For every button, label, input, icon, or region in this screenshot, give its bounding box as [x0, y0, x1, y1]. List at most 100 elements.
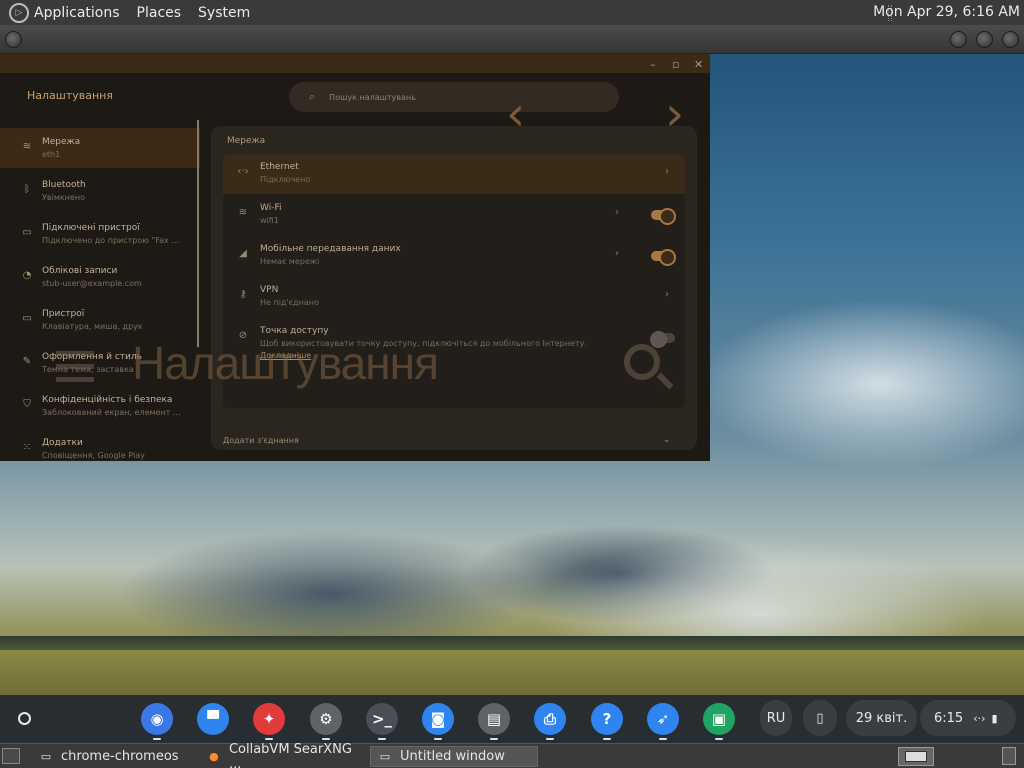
hotspot-toggle[interactable]: [650, 331, 675, 348]
settings-maximize-icon[interactable]: ▫: [672, 58, 679, 71]
settings-minimize-icon[interactable]: –: [650, 58, 656, 71]
row-title: VPN: [260, 285, 279, 295]
wallpaper-field: [0, 650, 1024, 695]
status-tray[interactable]: 6:15 ‹·› ▮: [920, 700, 1016, 736]
trash-icon[interactable]: [1002, 747, 1016, 765]
date-tray[interactable]: 29 квіт.: [846, 700, 917, 736]
shelf-app-chrome[interactable]: ◉: [141, 703, 173, 740]
launcher-circle-icon: [17, 711, 31, 725]
sidebar-item-sublabel: Клавіатура, миша, друк: [42, 322, 143, 331]
row-title: Wi-Fi: [260, 203, 282, 213]
shelf-app-settings[interactable]: ⚙: [310, 703, 342, 740]
workspace-switcher[interactable]: [898, 747, 934, 766]
ethernet-icon: ‹·›: [973, 711, 986, 725]
sidebar-item-label: Облікові записи: [42, 266, 118, 276]
running-indicator: [378, 738, 386, 740]
sidebar-item-apps[interactable]: ⁙ Додатки Сповіщення, Google Play: [0, 429, 200, 469]
phone-hub-icon[interactable]: ▯: [803, 700, 837, 736]
settings-close-icon[interactable]: ✕: [694, 58, 703, 71]
add-connection-button[interactable]: Додати з'єднання: [223, 436, 299, 445]
window-titlebar[interactable]: [0, 25, 1024, 54]
menu-icon: [56, 351, 94, 385]
shelf-app-launcher-rocket[interactable]: ➶: [647, 703, 679, 740]
sidebar-item-network[interactable]: ≋ Мережа eth1: [0, 128, 200, 168]
sidebar-item-sublabel: eth1: [42, 150, 61, 159]
places-menu[interactable]: Places: [137, 5, 182, 21]
id-card-icon: ▣: [711, 710, 727, 728]
launcher-button[interactable]: [7, 701, 41, 735]
task-label: CollabVM SearXNG ...: [228, 741, 352, 768]
ime-indicator[interactable]: RU: [760, 700, 792, 736]
chevron-down-icon[interactable]: ⌄: [663, 435, 671, 445]
chevron-right-icon: ›: [665, 166, 669, 177]
sidebar-scrollbar[interactable]: [197, 120, 199, 347]
print-icon: ⎙: [543, 710, 556, 728]
sidebar-item-connected-devices[interactable]: ▭ Підключені пристрої Підключено до прис…: [0, 214, 200, 254]
task-collabvm-searxng[interactable]: ● CollabVM SearXNG ...: [200, 742, 368, 768]
search-placeholder: Пошук налаштувань: [329, 92, 416, 102]
mobile-data-toggle[interactable]: [651, 249, 676, 266]
shelf-app-help[interactable]: ?: [591, 703, 623, 740]
close-button[interactable]: [1002, 31, 1019, 48]
top-panel: ▷ Applications Places System Mon Apr 29,…: [0, 0, 1024, 25]
shelf-app-print[interactable]: ⎙: [534, 703, 566, 740]
task-label: Untitled window: [400, 749, 505, 764]
task-untitled-window[interactable]: ▭ Untitled window: [370, 746, 538, 767]
running-indicator: [490, 738, 498, 740]
firefox-icon: ●: [209, 750, 219, 763]
vpn-key-icon: ⚷: [239, 289, 247, 300]
shelf-app-terminal[interactable]: >_: [366, 703, 398, 740]
battery-icon: ▮: [991, 711, 998, 725]
maximize-button[interactable]: [976, 31, 993, 48]
network-row-vpn[interactable]: ⚷ VPN Не під'єднано ›: [223, 277, 685, 317]
gallery-icon: ✦: [262, 710, 276, 728]
wifi-toggle[interactable]: [651, 208, 676, 225]
network-row-wifi[interactable]: ≋ Wi-Fi wifi1 ›: [223, 195, 685, 235]
sidebar-item-devices[interactable]: ▭ Пристрої Клавіатура, миша, друк: [0, 300, 200, 340]
wifi-icon: ≋: [22, 141, 32, 152]
window-icon: ▭: [379, 750, 391, 763]
applications-menu[interactable]: Applications: [34, 5, 120, 21]
terminal-icon: >_: [371, 710, 393, 728]
sidebar-item-bluetooth[interactable]: ᛒ Bluetooth Увімкнено: [0, 171, 200, 211]
laptop-icon: ▭: [22, 313, 32, 324]
network-panel: Мережа ‹·› Ethernet Підключено › ≋ Wi-Fi…: [211, 126, 697, 450]
sidebar-item-sublabel: Заблокований екран, елемент ...: [42, 408, 181, 417]
sidebar-item-sublabel: Підключено до пристрою "Fax ...: [42, 236, 179, 245]
running-indicator: [434, 738, 442, 740]
shelf-app-camera[interactable]: ◙: [422, 703, 454, 740]
sidebar-item-label: Підключені пристрої: [42, 223, 140, 233]
settings-icon: ⚙: [319, 710, 333, 728]
sidebar-item-label: Пристрої: [42, 309, 85, 319]
overlay-settings-title: Налаштування: [132, 337, 439, 389]
sidebar-item-label: Мережа: [42, 137, 81, 147]
minimize-button[interactable]: [950, 31, 967, 48]
connected-devices-icon: ▭: [22, 227, 32, 238]
chevron-right-icon: ›: [615, 207, 619, 218]
system-menu[interactable]: System: [198, 5, 250, 21]
distro-logo-icon[interactable]: ▷: [9, 2, 29, 23]
running-indicator: [715, 738, 723, 740]
window-menu-button[interactable]: [5, 31, 22, 48]
running-indicator: [265, 738, 273, 740]
shelf-app-id-card[interactable]: ▣: [703, 703, 735, 740]
row-subtitle: Підключено: [260, 175, 311, 184]
shelf-app-gallery[interactable]: ✦: [253, 703, 285, 740]
settings-title: Налаштування: [27, 89, 113, 102]
row-title: Мобільне передавання даних: [260, 244, 401, 254]
panel-clock[interactable]: Mon Apr 29, 6:16 AM: [873, 4, 1020, 20]
sidebar-item-privacy[interactable]: ⛉ Конфіденційність і безпека Заблоковани…: [0, 386, 200, 426]
network-row-ethernet[interactable]: ‹·› Ethernet Підключено ›: [223, 154, 685, 194]
row-subtitle: wifi1: [260, 216, 279, 225]
row-subtitle: Не під'єднано: [260, 298, 319, 307]
sidebar-item-accounts[interactable]: ◔ Облікові записи stub-user@example.com: [0, 257, 200, 297]
shelf-app-files[interactable]: ▀: [197, 703, 229, 735]
row-title: Ethernet: [260, 162, 299, 172]
task-chrome-chromeos[interactable]: ▭ chrome-chromeos: [32, 746, 198, 767]
settings-search-input[interactable]: ⌕ Пошук налаштувань: [289, 82, 619, 112]
network-row-mobile-data[interactable]: ◢ Мобільне передавання даних Немає мереж…: [223, 236, 685, 276]
shelf-app-scanner[interactable]: ▤: [478, 703, 510, 740]
launcher-rocket-icon: ➶: [656, 710, 670, 728]
show-desktop-button[interactable]: [2, 748, 20, 764]
running-indicator: [322, 738, 330, 740]
